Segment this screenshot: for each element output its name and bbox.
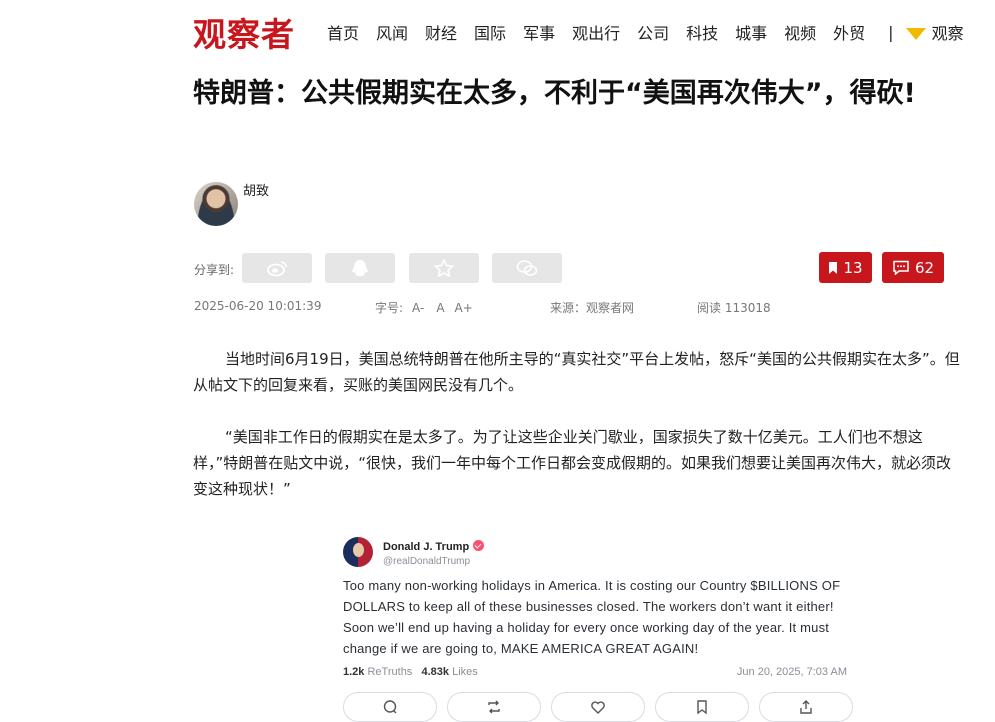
nav-item-more[interactable]: 观察 xyxy=(932,20,964,44)
font-size-decrease[interactable]: A- xyxy=(412,301,424,315)
post-author-name: Donald J. Trump xyxy=(383,540,485,553)
nav-item-company[interactable]: 公司 xyxy=(637,20,669,44)
qzone-icon xyxy=(433,259,455,277)
nav-item-trade[interactable]: 外贸 xyxy=(833,20,865,44)
font-size-control: 字号: A- A A+ xyxy=(375,299,473,316)
nav-item-military[interactable]: 军事 xyxy=(523,20,555,44)
chevron-down-icon xyxy=(905,28,926,40)
publish-datetime: 2025-06-20 10:01:39 xyxy=(194,299,322,313)
bookmark-button[interactable]: 13 xyxy=(819,252,872,283)
post-author-avatar xyxy=(343,537,373,567)
post-date: Jun 20, 2025, 7:03 AM xyxy=(736,666,847,678)
nav-item-video[interactable]: 视频 xyxy=(784,20,816,44)
comment-button[interactable]: 62 xyxy=(882,252,944,283)
retruths-count: 1.2k xyxy=(343,666,365,678)
share-weibo-button[interactable] xyxy=(242,253,312,283)
retruths-label: ReTruths xyxy=(367,666,413,678)
post-author-name-text: Donald J. Trump xyxy=(383,541,470,553)
bookmark-count: 13 xyxy=(843,258,863,277)
bookmark-icon xyxy=(697,700,707,715)
nav-menu: 首页 风闻 财经 国际 军事 观出行 公司 科技 城事 视频 外贸 | 观察 xyxy=(327,20,981,44)
nav-item-international[interactable]: 国际 xyxy=(474,20,506,44)
share-wechat-button[interactable] xyxy=(492,253,562,283)
author-avatar[interactable] xyxy=(194,182,238,226)
nav-item-home[interactable]: 首页 xyxy=(327,20,359,44)
view-count: 阅读 113018 xyxy=(697,301,771,315)
article-source: 来源：观察者网 xyxy=(550,301,635,315)
nav-item-travel[interactable]: 观出行 xyxy=(572,20,620,44)
nav-item-finance[interactable]: 财经 xyxy=(425,20,457,44)
share-icon xyxy=(800,700,812,714)
comment-count: 62 xyxy=(914,258,935,277)
article-paragraph: “美国非工作日的假期实在是太多了。为了让这些企业关门歇业，国家损失了数十亿美元。… xyxy=(193,428,952,498)
top-navigation: 观察者 首页 风闻 财经 国际 军事 观出行 公司 科技 城事 视频 外贸 | … xyxy=(0,0,995,62)
wechat-icon xyxy=(516,260,538,276)
nav-separator: | xyxy=(888,22,894,42)
share-qzone-button[interactable] xyxy=(409,253,479,283)
nav-item-city[interactable]: 城事 xyxy=(735,20,767,44)
verified-badge-icon xyxy=(473,540,485,551)
font-size-increase[interactable]: A+ xyxy=(455,301,473,315)
retruth-icon xyxy=(488,700,500,714)
article-paragraph: 当地时间6月19日，美国总统特朗普在他所主导的“真实社交”平台上发帖，怒斥“美国… xyxy=(193,350,960,394)
share-qq-button[interactable] xyxy=(325,253,395,283)
nav-item-fengwen[interactable]: 风闻 xyxy=(376,20,408,44)
qq-icon xyxy=(352,260,368,276)
site-logo[interactable]: 观察者 xyxy=(193,8,295,56)
weibo-icon xyxy=(267,261,287,277)
reply-icon xyxy=(383,700,397,714)
article-title: 特朗普：公共假期实在太多，不利于“美国再次伟大”，得砍! xyxy=(193,78,916,109)
likes-label: Likes xyxy=(452,666,478,678)
like-icon xyxy=(591,701,605,714)
embedded-post: Donald J. Trump @realDonaldTrump Too man… xyxy=(335,527,855,722)
author-name[interactable]: 胡致 xyxy=(243,180,269,199)
bookmark-icon xyxy=(829,261,838,274)
share-label: 分享到: xyxy=(194,263,235,277)
post-stats: 1.2k ReTruths 4.83k Likes xyxy=(343,666,478,678)
nav-item-tech[interactable]: 科技 xyxy=(686,20,718,44)
comment-icon xyxy=(893,260,909,275)
font-size-label: 字号: xyxy=(375,301,404,315)
post-text: Too many non-working holidays in America… xyxy=(343,578,841,656)
post-author-handle: @realDonaldTrump xyxy=(383,556,471,567)
font-size-default[interactable]: A xyxy=(436,301,444,315)
likes-count: 4.83k xyxy=(421,666,450,678)
